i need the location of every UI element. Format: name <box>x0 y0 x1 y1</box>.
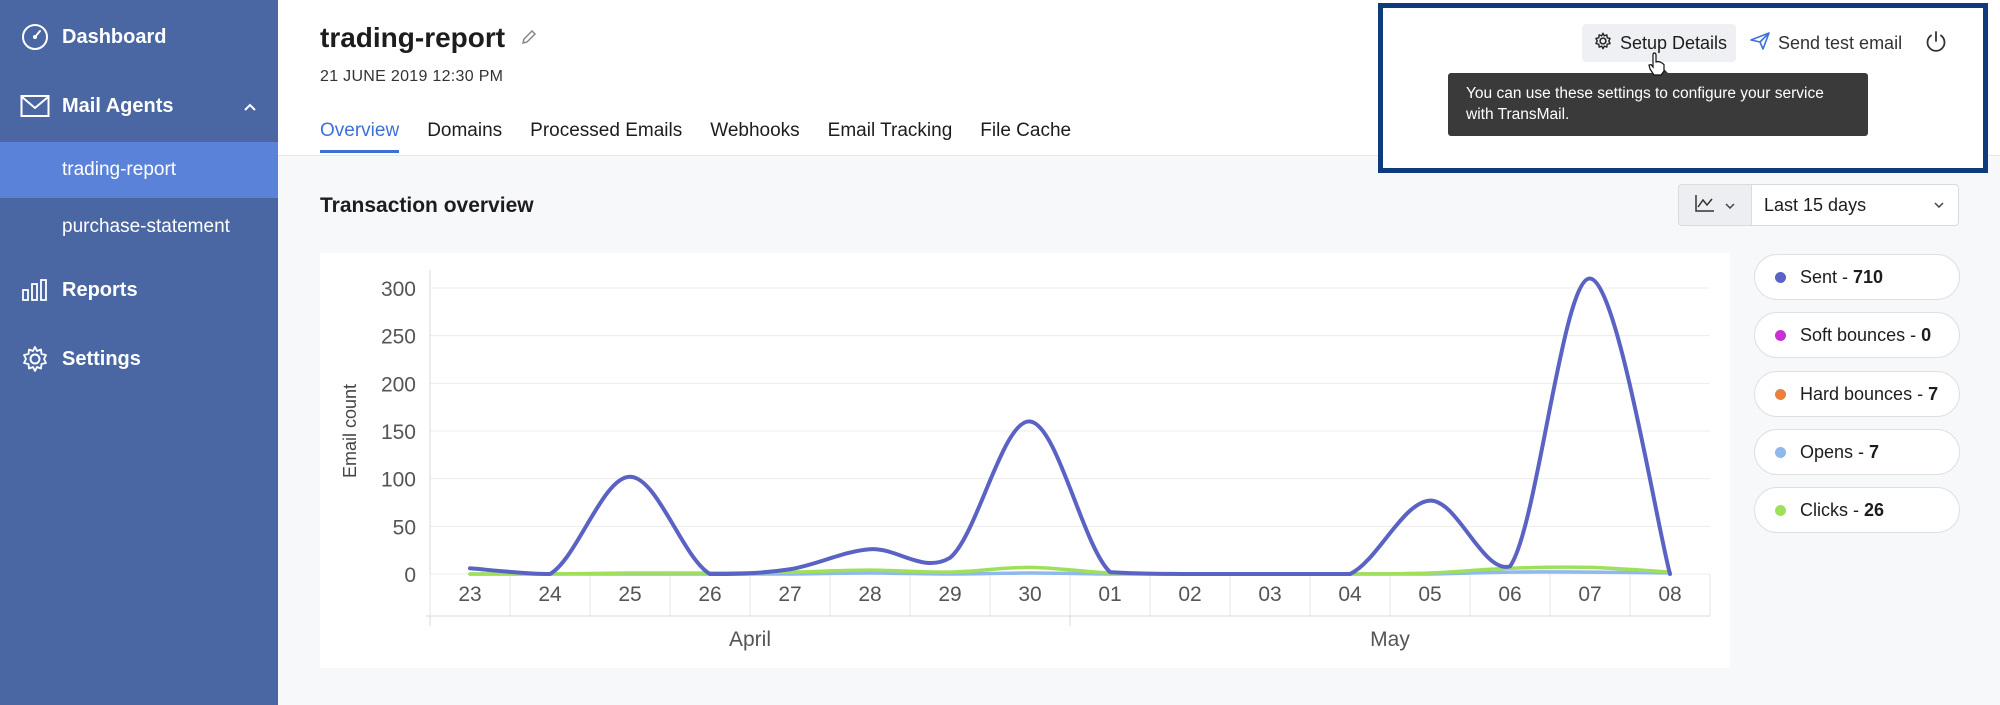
x-tick-label: 27 <box>778 583 801 606</box>
transaction-chart: 050100150200250300Email count23 24 25 26 27 2… <box>340 270 1711 651</box>
x-tick-label: 30 <box>1018 583 1041 606</box>
legend-value: 26 <box>1864 499 1885 520</box>
y-tick-label: 100 <box>381 469 416 492</box>
sidebar-item-label: Dashboard <box>62 25 167 48</box>
page-title: trading-report <box>320 22 506 53</box>
tab-processed-emails[interactable]: Processed Emails <box>530 120 682 153</box>
legend-item-clicks[interactable]: Clicks -26 <box>1754 487 1960 533</box>
legend-dot <box>1775 388 1786 400</box>
hand-cursor-icon <box>1648 52 1666 76</box>
x-tick-label: 24 <box>538 583 562 606</box>
sidebar-item-label: Reports <box>62 278 138 301</box>
x-tick-label: 07 <box>1578 583 1601 606</box>
legend-dot <box>1775 329 1786 341</box>
paper-plane-icon <box>1750 31 1770 55</box>
date-range-select[interactable]: Last 15 days <box>1751 184 1959 226</box>
legend-item-soft-bounces[interactable]: Soft bounces -0 <box>1754 312 1960 358</box>
send-test-email-button[interactable]: Send test email <box>1750 24 1902 62</box>
chevron-down-icon <box>1725 196 1735 214</box>
legend-value: 7 <box>1869 441 1880 462</box>
dashboard-gauge-icon <box>20 22 50 52</box>
legend-dot <box>1775 446 1786 458</box>
sidebar-item-mail-agents[interactable]: Mail Agents <box>0 78 278 134</box>
sidebar-item-dashboard[interactable]: Dashboard <box>0 9 278 65</box>
power-icon[interactable] <box>1924 30 1948 54</box>
x-tick-label: 25 <box>618 583 641 606</box>
legend-value: 7 <box>1928 383 1939 404</box>
x-tick-label: 28 <box>858 583 881 606</box>
month-label: May <box>1370 628 1410 651</box>
gear-icon <box>20 344 50 374</box>
legend-label: Hard bounces - <box>1800 383 1924 404</box>
chart-card: 0 50 100 150 200 250 300 Email count 23 24 25 26 27 2… <box>320 253 1730 668</box>
sidebar-subitem-trading-report[interactable]: trading-report <box>0 142 278 198</box>
legend-label: Clicks - <box>1800 499 1859 520</box>
sidebar-subitem-label: trading-report <box>62 159 177 180</box>
x-tick-label: 06 <box>1498 583 1521 606</box>
envelope-icon <box>20 91 50 121</box>
tab-webhooks[interactable]: Webhooks <box>710 120 799 153</box>
legend-label: Sent - <box>1800 266 1849 287</box>
chevron-down-icon <box>1934 197 1944 211</box>
sidebar-subitem-purchase-statement[interactable]: purchase-statement <box>0 199 278 255</box>
legend-item-sent[interactable]: Sent -710 <box>1754 254 1960 300</box>
legend-value: 0 <box>1921 324 1932 345</box>
bar-chart-icon <box>20 275 50 305</box>
page-timestamp: 21 JUNE 2019 12:30 PM <box>320 68 504 85</box>
y-tick-label: 250 <box>381 326 416 349</box>
x-tick-label: 01 <box>1098 583 1121 606</box>
y-tick-label: 150 <box>381 421 416 444</box>
app-root: Dashboard Mail Agents trading-report pur… <box>0 0 2000 705</box>
setup-tooltip: You can use these settings to configure … <box>1448 65 1868 136</box>
setup-details-label: Setup Details <box>1620 32 1728 53</box>
x-tick-label: 26 <box>698 583 721 606</box>
y-tick-label: 0 <box>404 564 416 587</box>
sidebar: Dashboard Mail Agents trading-report pur… <box>0 0 278 705</box>
sidebar-subitem-label: purchase-statement <box>62 216 230 237</box>
x-tick-label: 05 <box>1418 583 1441 606</box>
legend-item-hard-bounces[interactable]: Hard bounces -7 <box>1754 371 1960 417</box>
legend-label: Soft bounces - <box>1800 324 1917 345</box>
chevron-up-icon[interactable] <box>244 98 256 114</box>
y-axis-label: Email count <box>340 384 360 478</box>
edit-pencil-icon[interactable] <box>520 28 538 46</box>
send-test-email-label: Send test email <box>1778 32 1903 53</box>
sidebar-item-label: Settings <box>62 347 141 370</box>
sidebar-item-settings[interactable]: Settings <box>0 331 278 387</box>
legend-dot <box>1775 271 1786 283</box>
month-label: April <box>729 628 771 651</box>
tab-email-tracking[interactable]: Email Tracking <box>828 120 953 153</box>
tab-overview[interactable]: Overview <box>320 120 400 153</box>
x-tick-label: 23 <box>458 583 481 606</box>
gear-icon <box>1594 32 1612 55</box>
tab-file-cache[interactable]: File Cache <box>980 120 1071 153</box>
y-tick-label: 300 <box>381 278 416 301</box>
tab-bar: Overview Domains Processed Emails Webhoo… <box>320 120 1071 153</box>
sidebar-item-reports[interactable]: Reports <box>0 262 278 318</box>
x-tick-label: 02 <box>1178 583 1201 606</box>
date-range-value: Last 15 days <box>1764 194 1867 215</box>
x-tick-label: 04 <box>1338 583 1362 606</box>
legend-value: 710 <box>1853 266 1884 287</box>
y-tick-label: 200 <box>381 373 416 396</box>
series-line-sent <box>468 276 1672 576</box>
legend-dot <box>1775 504 1786 516</box>
section-title: Transaction overview <box>320 194 534 217</box>
x-tick-label: 29 <box>938 583 961 606</box>
line-chart-icon <box>1695 194 1715 217</box>
chart-type-dropdown[interactable] <box>1678 184 1752 226</box>
x-tick-label: 03 <box>1258 583 1281 606</box>
legend-label: Opens - <box>1800 441 1865 462</box>
y-tick-label: 50 <box>393 516 416 539</box>
x-tick-label: 08 <box>1658 583 1681 606</box>
sidebar-item-label: Mail Agents <box>62 94 174 117</box>
legend-item-opens[interactable]: Opens -7 <box>1754 429 1960 475</box>
tab-domains[interactable]: Domains <box>427 120 502 153</box>
